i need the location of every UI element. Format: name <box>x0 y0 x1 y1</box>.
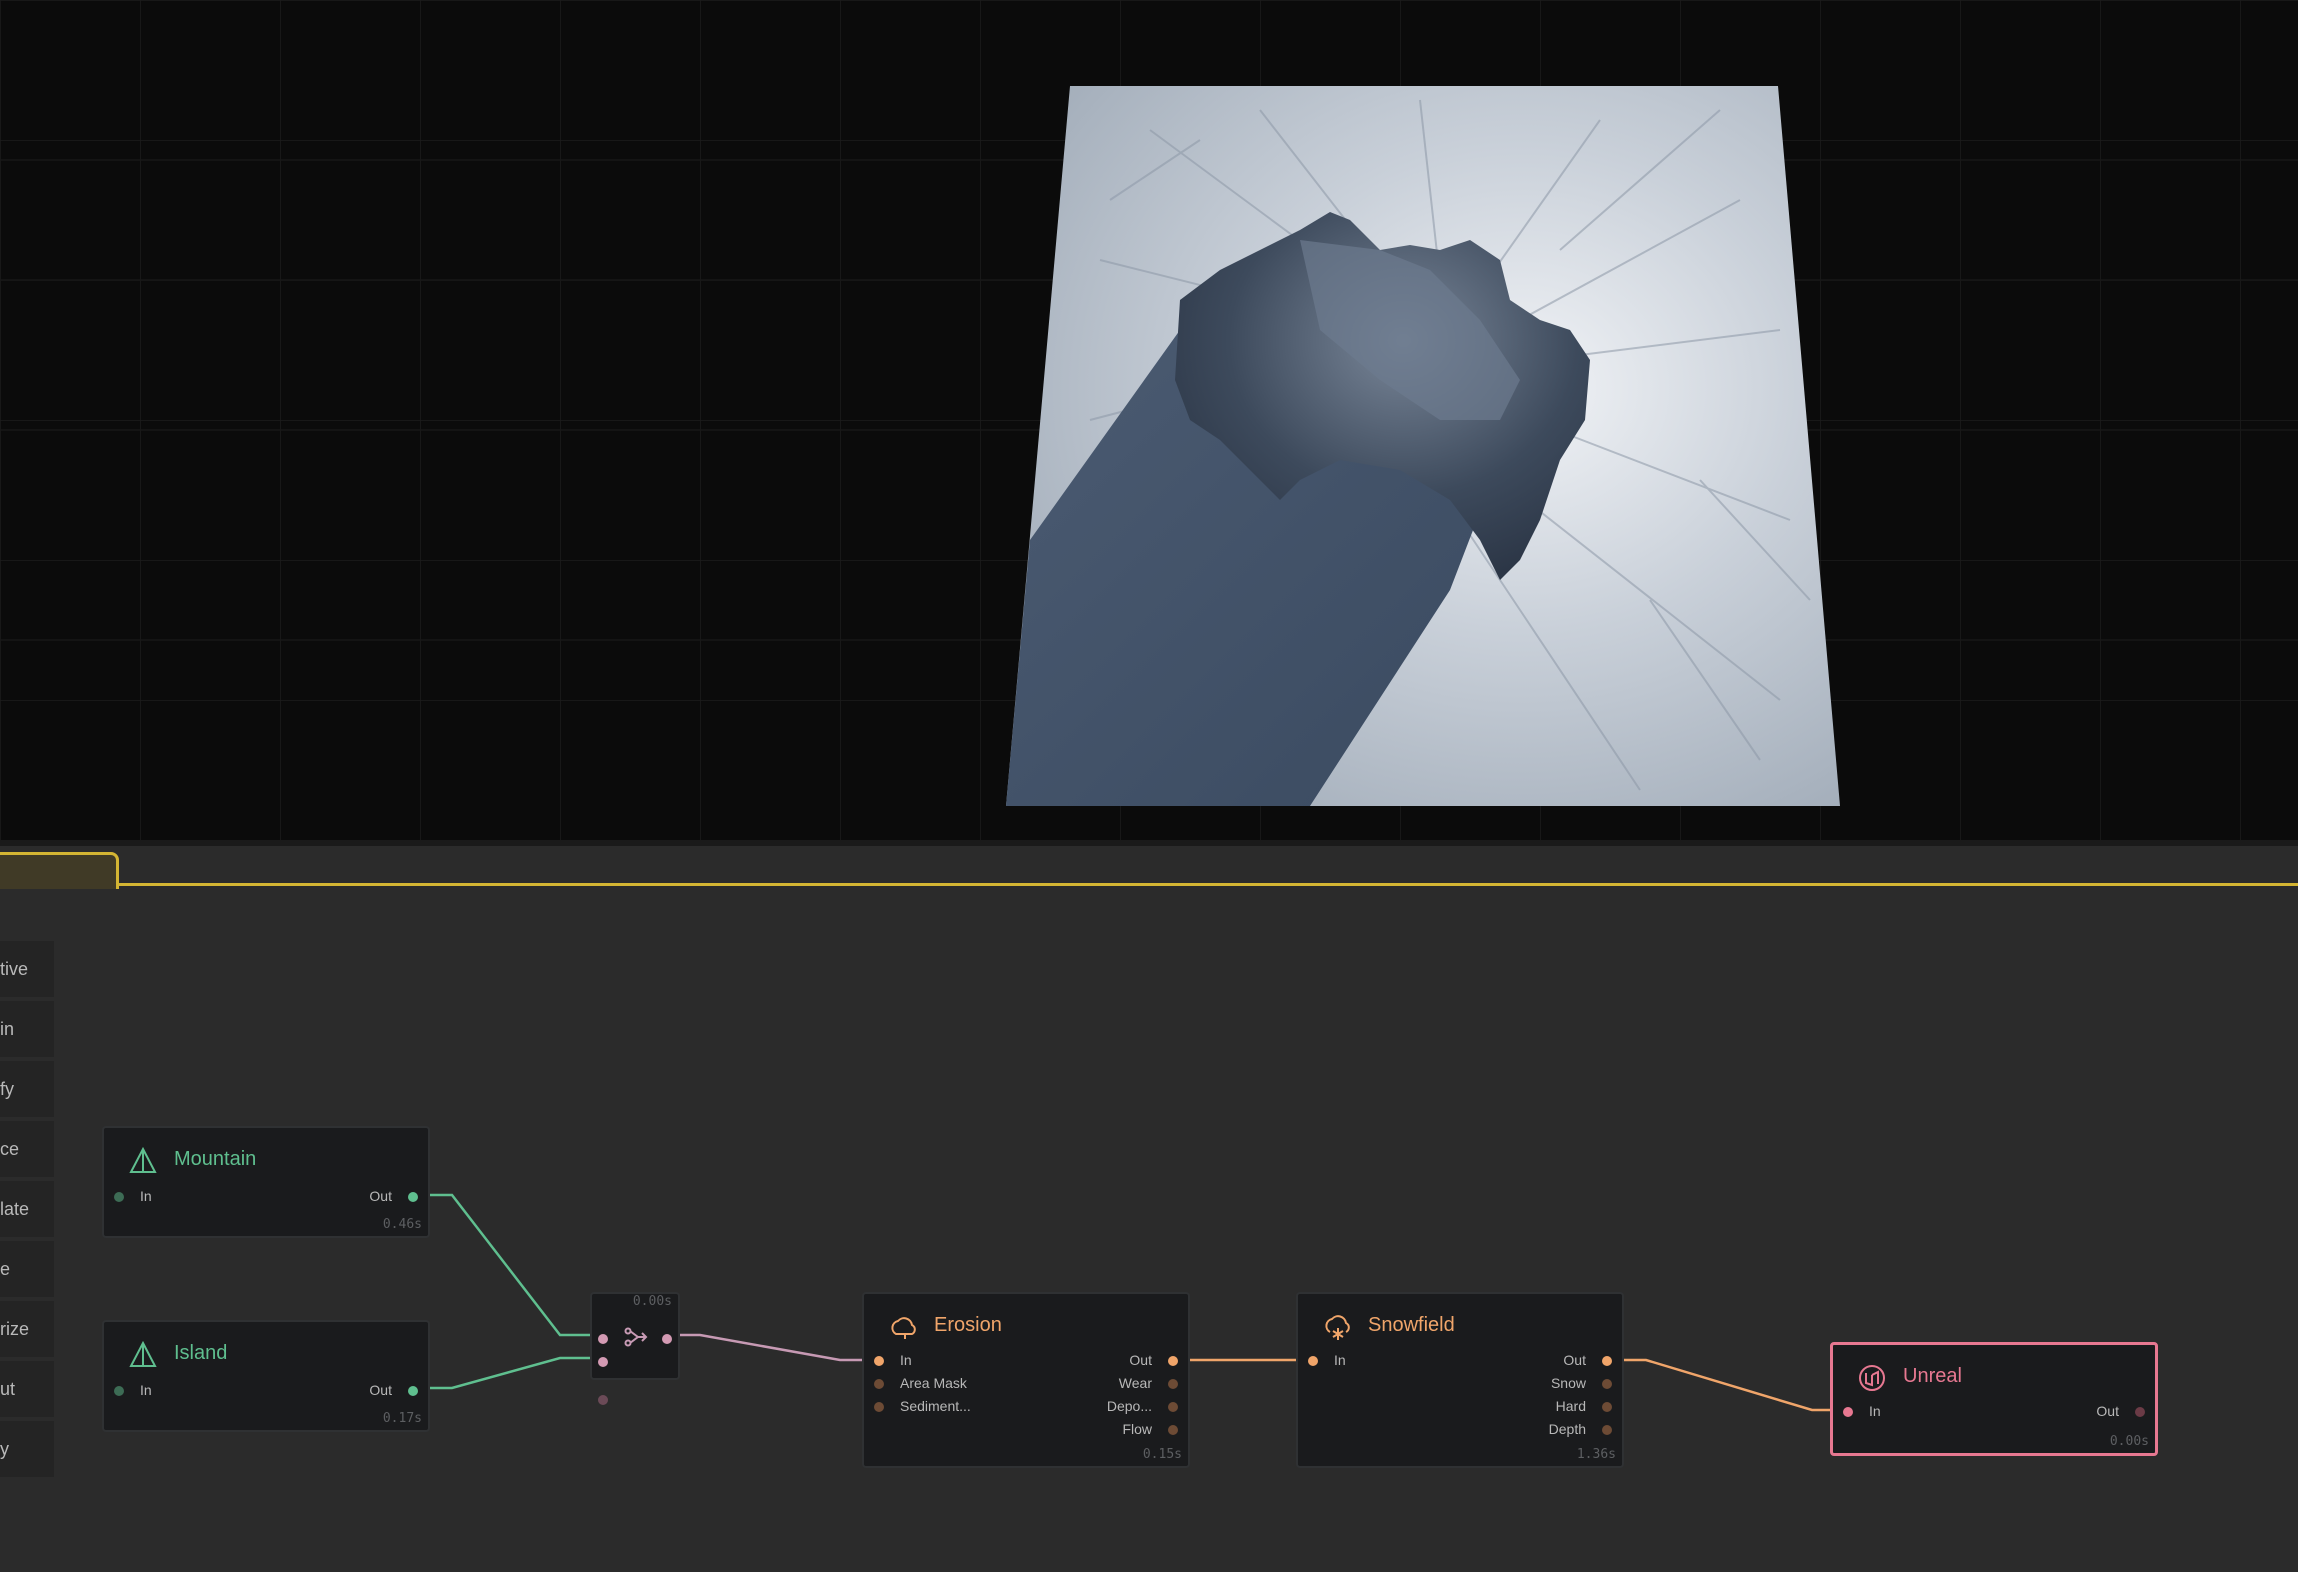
island-node[interactable]: Island In Out 0.17s <box>102 1320 430 1432</box>
in-port[interactable] <box>114 1386 124 1396</box>
mountain-icon <box>129 1146 157 1173</box>
wire-snowfield-unreal <box>1612 1358 1848 1412</box>
port-label: Depth <box>1548 1421 1586 1437</box>
timing-label: 0.17s <box>382 1411 422 1426</box>
port-label: In <box>900 1352 912 1368</box>
wire-combine-erosion <box>670 1333 880 1362</box>
port-label: In <box>140 1188 152 1204</box>
timing-label: 0.00s <box>632 1294 672 1309</box>
port-label: Depo... <box>1106 1398 1152 1414</box>
combine-node[interactable]: 0.00s <box>590 1292 680 1380</box>
add-input-port[interactable] <box>598 1395 608 1405</box>
in-port-1[interactable] <box>598 1334 608 1344</box>
port-label: Area Mask <box>900 1375 967 1391</box>
port-label: Out <box>1129 1352 1152 1368</box>
port-label: Flow <box>1122 1421 1152 1437</box>
node-title: Unreal <box>1903 1365 1962 1387</box>
hard-port[interactable] <box>1602 1402 1612 1412</box>
wear-port[interactable] <box>1168 1379 1178 1389</box>
in-port[interactable] <box>874 1356 884 1366</box>
timing-label: 0.46s <box>382 1217 422 1232</box>
area-mask-port[interactable] <box>874 1379 884 1389</box>
flow-port[interactable] <box>1168 1425 1178 1435</box>
island-icon <box>129 1340 157 1367</box>
unreal-node[interactable]: Unreal In Out 0.00s <box>1830 1342 2158 1456</box>
snowfield-node[interactable]: Snowfield In Out Snow Hard Depth 1.36s <box>1296 1292 1624 1468</box>
out-port[interactable] <box>408 1386 418 1396</box>
port-label: Out <box>369 1382 392 1398</box>
port-label: Out <box>2096 1403 2119 1419</box>
node-title: Mountain <box>174 1148 257 1170</box>
timing-label: 1.36s <box>1576 1447 1616 1462</box>
in-port[interactable] <box>1308 1356 1318 1366</box>
combine-icon <box>624 1327 648 1347</box>
port-label: Out <box>369 1188 392 1204</box>
terrain-render <box>0 0 2298 840</box>
port-label: Out <box>1563 1352 1586 1368</box>
sediment-port[interactable] <box>874 1402 884 1412</box>
erosion-node[interactable]: Erosion In Area Mask Sediment... Out Wea… <box>862 1292 1190 1468</box>
wire-mountain-combine <box>422 1193 602 1337</box>
port-label: In <box>1869 1403 1881 1419</box>
out-port[interactable] <box>662 1334 672 1344</box>
deposit-port[interactable] <box>1168 1402 1178 1412</box>
erosion-icon <box>891 1317 916 1339</box>
out-port[interactable] <box>408 1192 418 1202</box>
port-label: Wear <box>1118 1375 1152 1391</box>
wire-island-combine <box>422 1356 602 1390</box>
in-port[interactable] <box>1843 1407 1853 1417</box>
timing-label: 0.00s <box>2109 1434 2149 1449</box>
out-port[interactable] <box>1168 1356 1178 1366</box>
port-label: In <box>1334 1352 1346 1368</box>
unreal-icon <box>1859 1365 1885 1391</box>
snow-port[interactable] <box>1602 1379 1612 1389</box>
port-label: Snow <box>1550 1375 1586 1391</box>
snowfield-icon <box>1325 1315 1350 1340</box>
port-label: In <box>140 1382 152 1398</box>
mountain-node[interactable]: Mountain In Out 0.46s <box>102 1126 430 1238</box>
out-port[interactable] <box>2135 1407 2145 1417</box>
node-title: Island <box>174 1342 228 1364</box>
node-title: Erosion <box>934 1314 1002 1336</box>
node-title: Snowfield <box>1368 1314 1455 1336</box>
node-graph[interactable]: tive in fy ce late e rize ut y Mountain … <box>0 840 2298 1572</box>
in-port[interactable] <box>114 1192 124 1202</box>
terrain-viewport[interactable] <box>0 0 2298 840</box>
in-port-2[interactable] <box>598 1357 608 1367</box>
depth-port[interactable] <box>1602 1425 1612 1435</box>
timing-label: 0.15s <box>1142 1447 1182 1462</box>
port-label: Sediment... <box>900 1398 971 1414</box>
out-port[interactable] <box>1602 1356 1612 1366</box>
port-label: Hard <box>1555 1398 1586 1414</box>
